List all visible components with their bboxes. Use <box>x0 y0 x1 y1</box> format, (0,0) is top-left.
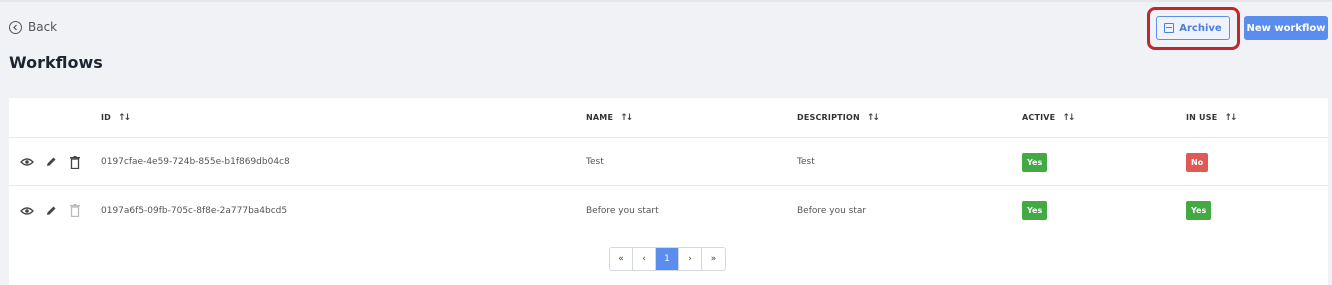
cell-description: Test <box>797 157 815 167</box>
table-row: 0197cfae-4e59-724b-855e-b1f869db04c8 Tes… <box>9 139 1328 186</box>
column-header-in-use[interactable]: IN USE ↑↓ <box>1186 98 1238 137</box>
column-header-label: ACTIVE <box>1022 113 1056 122</box>
column-header-label: IN USE <box>1186 113 1218 122</box>
pagination: « ‹ 1 › » <box>609 247 726 271</box>
table-row: 0197a6f5-09fb-705c-8f8e-2a777ba4bcd5 Bef… <box>9 187 1328 234</box>
cell-id: 0197a6f5-09fb-705c-8f8e-2a777ba4bcd5 <box>101 205 288 216</box>
back-label: Back <box>28 20 58 34</box>
row-actions <box>20 187 82 234</box>
row-actions <box>20 139 82 185</box>
column-header-active[interactable]: ACTIVE ↑↓ <box>1022 98 1075 137</box>
column-header-label: DESCRIPTION <box>797 113 860 122</box>
cell-description: Before you star <box>797 205 867 216</box>
trash-icon[interactable] <box>68 155 82 169</box>
table-header-row: ID ↑↓ NAME ↑↓ DESCRIPTION ↑↓ ACTIVE ↑↓ I… <box>9 98 1328 138</box>
next-page-button[interactable]: › <box>679 248 702 270</box>
column-header-label: ID <box>101 113 112 122</box>
eye-icon[interactable] <box>20 155 34 169</box>
column-header-description[interactable]: DESCRIPTION ↑↓ <box>797 98 880 137</box>
top-divider <box>0 0 1332 2</box>
first-page-button[interactable]: « <box>610 248 633 270</box>
sort-icon[interactable]: ↑↓ <box>867 113 880 123</box>
archive-button[interactable]: Archive <box>1156 16 1230 40</box>
cell-id: 0197cfae-4e59-724b-855e-b1f869db04c8 <box>101 157 290 167</box>
archive-button-label: Archive <box>1179 22 1222 34</box>
cell-in-use: No <box>1186 139 1209 185</box>
column-header-name[interactable]: NAME ↑↓ <box>586 98 633 137</box>
pencil-icon[interactable] <box>44 155 58 169</box>
current-page-button[interactable]: 1 <box>656 248 679 270</box>
back-link[interactable]: Back <box>9 19 57 35</box>
sort-icon[interactable]: ↑↓ <box>620 113 633 123</box>
new-workflow-button[interactable]: New workflow <box>1244 16 1328 40</box>
sort-icon[interactable]: ↑↓ <box>1224 113 1237 123</box>
column-header-label: NAME <box>586 113 614 122</box>
back-circle-icon <box>9 20 22 34</box>
pencil-icon[interactable] <box>44 204 58 218</box>
archive-icon <box>1164 23 1175 33</box>
last-page-button[interactable]: » <box>702 248 725 270</box>
trash-icon <box>68 204 82 218</box>
status-badge: Yes <box>1022 152 1048 172</box>
column-header-id[interactable]: ID ↑↓ <box>101 98 131 137</box>
page-title: Workflows <box>9 53 103 72</box>
cell-active: Yes <box>1022 187 1048 234</box>
cell-name: Before you start <box>586 205 659 216</box>
eye-icon[interactable] <box>20 204 34 218</box>
status-badge: Yes <box>1186 201 1212 220</box>
cell-name: Test <box>586 157 604 167</box>
status-badge: Yes <box>1022 201 1048 220</box>
status-badge: No <box>1186 152 1209 172</box>
sort-icon[interactable]: ↑↓ <box>1062 113 1075 123</box>
sort-icon[interactable]: ↑↓ <box>118 113 131 123</box>
workflows-table: ID ↑↓ NAME ↑↓ DESCRIPTION ↑↓ ACTIVE ↑↓ I… <box>9 98 1328 285</box>
cell-active: Yes <box>1022 139 1048 185</box>
prev-page-button[interactable]: ‹ <box>633 248 656 270</box>
cell-in-use: Yes <box>1186 187 1212 234</box>
